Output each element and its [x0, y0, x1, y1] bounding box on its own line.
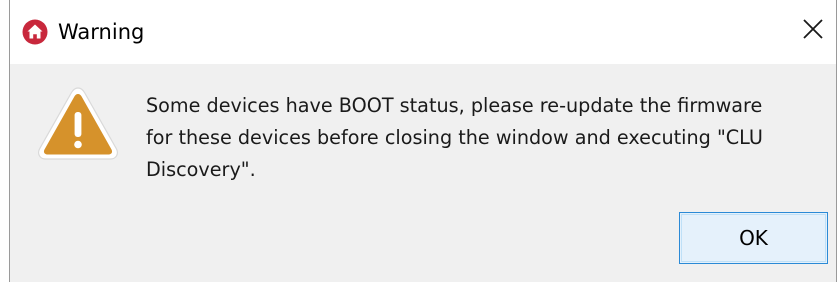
close-icon [802, 18, 824, 44]
dialog-content: Some devices have BOOT status, please re… [10, 64, 836, 282]
title-bar: Warning [10, 0, 836, 64]
ok-button[interactable]: OK [679, 212, 828, 264]
close-button[interactable] [796, 14, 830, 48]
warning-message: Some devices have BOOT status, please re… [146, 94, 763, 181]
home-icon [22, 19, 48, 45]
warning-dialog: Warning Some devices have BOOT status, p… [9, 0, 837, 282]
window-title: Warning [58, 20, 145, 44]
ok-button-label: OK [739, 226, 768, 250]
warning-icon [36, 85, 120, 161]
